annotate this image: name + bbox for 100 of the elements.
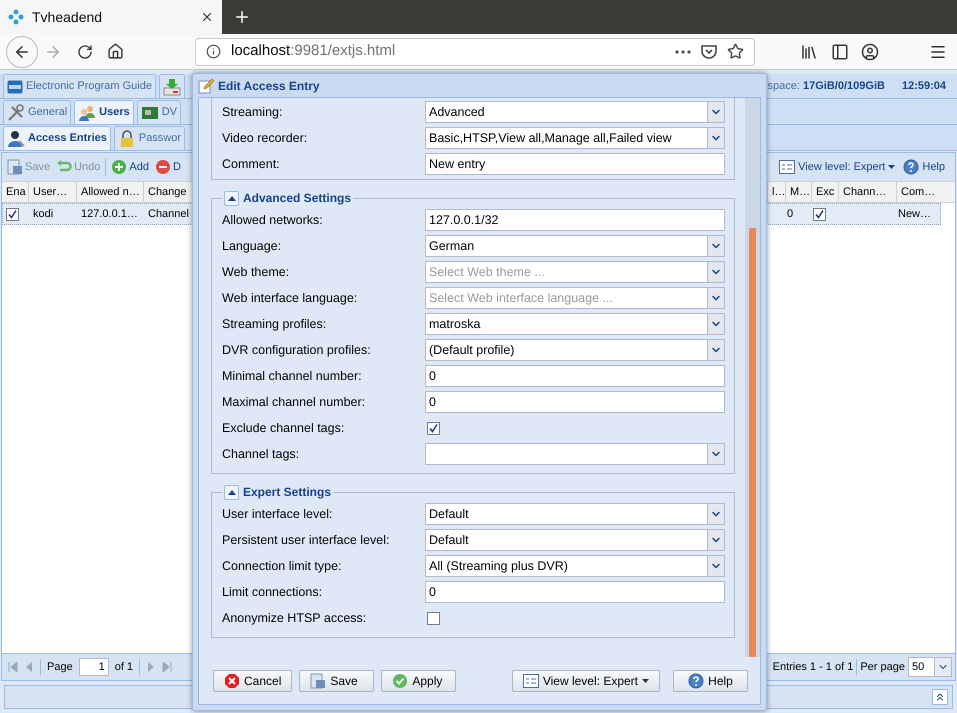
field-label: Maximal channel number: <box>222 394 366 411</box>
input-field[interactable]: 0 <box>425 365 725 387</box>
account-icon[interactable] <box>861 42 879 60</box>
table-cell-text: New… <box>898 206 932 222</box>
column-header: l… <box>772 184 786 200</box>
dropdown-button[interactable] <box>707 340 724 360</box>
per-page-dropdown[interactable]: 50 <box>908 657 952 677</box>
home-icon[interactable] <box>107 43 124 60</box>
tab-title: Tvheadend <box>32 8 104 26</box>
field-label: Persistent user interface level: <box>222 532 390 549</box>
help-button[interactable]: Help <box>673 670 748 692</box>
toolbar-button[interactable]: Add <box>110 158 150 176</box>
add-icon <box>111 159 128 175</box>
help-button[interactable]: Help <box>903 158 945 176</box>
table-cell-text: kodi <box>33 206 54 222</box>
checkbox[interactable] <box>6 208 19 220</box>
save-icon <box>7 159 23 175</box>
page-count: of 1 <box>114 660 134 675</box>
pencil-icon <box>198 78 214 94</box>
tools-icon <box>7 104 25 122</box>
dropdown-button[interactable] <box>707 556 724 576</box>
apply-button[interactable]: Apply <box>381 670 456 692</box>
library-icon[interactable] <box>800 42 818 60</box>
view-level-button[interactable]: View level: Expert <box>512 670 660 692</box>
field-label: Channel tags: <box>222 446 300 463</box>
tab[interactable]: Passwor <box>114 126 186 150</box>
field-label: Web interface language: <box>222 290 358 307</box>
per-page-label: Per page <box>860 660 905 675</box>
input-field[interactable]: New entry <box>425 153 725 175</box>
entries-count: Entries 1 - 1 of 1 <box>772 660 854 675</box>
field-label: Streaming profiles: <box>222 316 328 333</box>
disk-space-text: space: 17GiB/0/109GiB <box>768 78 885 94</box>
reload-icon[interactable] <box>77 44 93 60</box>
pocket-icon[interactable] <box>701 44 717 59</box>
section-title: Expert Settings <box>243 484 332 501</box>
sidebar-icon[interactable] <box>831 42 849 60</box>
field-label: Language: <box>222 238 282 255</box>
close-icon[interactable] <box>200 10 214 24</box>
dropdown-button[interactable] <box>934 658 951 676</box>
dropdown-button[interactable] <box>707 314 724 334</box>
browser-tab[interactable]: Tvheadend <box>0 0 222 34</box>
input-field[interactable]: 0 <box>425 391 725 413</box>
collapse-button[interactable] <box>224 190 239 206</box>
back-button[interactable] <box>6 36 38 68</box>
dropdown-button[interactable] <box>707 504 724 524</box>
help-icon <box>688 672 704 688</box>
checkbox[interactable] <box>813 208 826 220</box>
download-icon <box>162 78 181 96</box>
field-label: Connection limit type: <box>222 558 343 575</box>
dropdown-button[interactable] <box>707 262 724 282</box>
toolbar-button[interactable]: D <box>154 158 182 176</box>
field-label: DVR configuration profiles: <box>222 342 372 359</box>
tab[interactable]: DV <box>136 100 181 124</box>
input-field[interactable]: 0 <box>425 581 725 603</box>
tab[interactable]: General <box>3 100 72 124</box>
field-label: Streaming: <box>222 104 284 121</box>
address-bar[interactable]: localhost:9981/extjs.html <box>195 38 755 66</box>
more-icon[interactable] <box>675 50 691 54</box>
save-icon <box>310 672 326 688</box>
bookmark-star-icon[interactable] <box>727 43 744 60</box>
users-icon <box>78 104 96 122</box>
dropdown-button[interactable] <box>707 236 724 256</box>
field-label: Video recorder: <box>222 130 308 147</box>
epg-icon <box>7 78 23 94</box>
field-label: Limit connections: <box>222 584 324 601</box>
collapse-button[interactable] <box>224 484 239 500</box>
page-field[interactable]: 1 <box>78 658 109 676</box>
tab[interactable]: Users <box>74 100 134 124</box>
checkbox[interactable] <box>427 422 440 434</box>
url-text: localhost:9981/extjs.html <box>231 41 396 62</box>
info-icon[interactable] <box>206 44 221 59</box>
column-header: M… <box>790 184 810 200</box>
tab[interactable]: Electronic Program Guide <box>3 74 156 98</box>
collapse-button[interactable] <box>932 689 948 705</box>
save-button[interactable]: Save <box>299 670 374 692</box>
checkbox[interactable] <box>427 612 440 624</box>
user-icon <box>7 130 25 148</box>
dropdown-button[interactable] <box>707 102 724 122</box>
list-icon <box>779 160 796 174</box>
section-title: Advanced Settings <box>243 190 352 207</box>
new-tab-icon[interactable] <box>233 8 251 26</box>
table-cell-text: Channel <box>148 206 189 222</box>
tab[interactable] <box>158 74 185 98</box>
card-icon <box>140 104 159 120</box>
field-label: Anonymize HTSP access: <box>222 610 368 627</box>
dropdown-button[interactable] <box>707 444 724 464</box>
clock-text: 12:59:04 <box>902 78 946 94</box>
view-level-button[interactable]: View level: Expert <box>779 158 896 176</box>
cancel-button[interactable]: Cancel <box>213 670 292 692</box>
column-header: User… <box>33 184 68 200</box>
dropdown-button[interactable] <box>707 128 724 148</box>
table-cell-text: 127.0.0.1… <box>81 206 138 222</box>
up-arrow-icon <box>228 196 236 200</box>
input-field[interactable]: 127.0.0.1/32 <box>425 209 725 231</box>
tab[interactable]: Access Entries <box>3 126 111 150</box>
column-header: Allowed n… <box>81 184 140 200</box>
dropdown-button[interactable] <box>707 530 724 550</box>
dropdown-button[interactable] <box>707 288 724 308</box>
double-chevron-up-icon <box>934 691 946 703</box>
column-header: Exc <box>816 184 834 200</box>
